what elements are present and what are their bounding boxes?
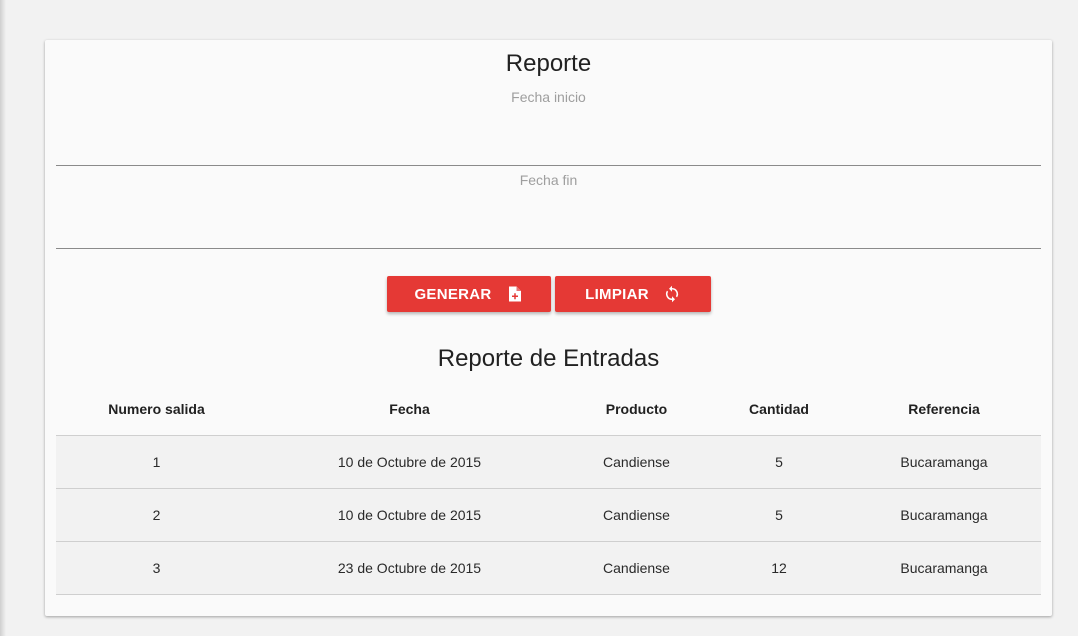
limpiar-button-label: LIMPIAR xyxy=(585,285,649,303)
table-cell: Candiense xyxy=(562,435,711,489)
fecha-fin-underline xyxy=(56,248,1041,249)
column-header: Fecha xyxy=(257,383,562,436)
table-cell: 10 de Octubre de 2015 xyxy=(257,435,562,489)
table-cell: Candiense xyxy=(562,541,711,595)
fecha-inicio-field[interactable]: Fecha inicio xyxy=(56,88,1045,166)
column-header: Referencia xyxy=(847,383,1041,436)
table-cell: 5 xyxy=(711,488,847,542)
file-plus-icon xyxy=(506,285,524,303)
fecha-fin-field[interactable]: Fecha fin xyxy=(56,171,1045,249)
fecha-fin-input[interactable] xyxy=(56,193,1045,227)
fecha-inicio-label: Fecha inicio xyxy=(511,89,586,105)
form-title: Reporte xyxy=(505,50,592,77)
fecha-fin-label: Fecha fin xyxy=(519,172,578,188)
sidebar-shadow xyxy=(0,0,6,636)
table-cell: 5 xyxy=(711,435,847,489)
limpiar-button[interactable]: LIMPIAR xyxy=(555,276,711,312)
table-cell: Bucaramanga xyxy=(847,488,1041,542)
table-cell: 1 xyxy=(56,435,257,489)
table-cell: 3 xyxy=(56,541,257,595)
column-header: Producto xyxy=(562,383,711,436)
report-title: Reporte de Entradas xyxy=(437,345,660,372)
table-cell: 10 de Octubre de 2015 xyxy=(257,488,562,542)
column-header: Cantidad xyxy=(711,383,847,436)
table-cell: 2 xyxy=(56,488,257,542)
table-cell: 12 xyxy=(711,541,847,595)
table-cell: Candiense xyxy=(562,488,711,542)
fecha-inicio-input[interactable] xyxy=(56,110,1045,144)
report-card: Reporte Fecha inicio Fecha fin GENERAR L… xyxy=(45,40,1052,616)
table-row: 1 10 de Octubre de 2015 Candiense 5 Buca… xyxy=(56,435,1041,489)
table-row: 2 10 de Octubre de 2015 Candiense 5 Buca… xyxy=(56,488,1041,542)
report-table: Numero salida Fecha Producto Cantidad Re… xyxy=(56,383,1041,595)
generar-button-label: GENERAR xyxy=(414,285,492,303)
column-header: Numero salida xyxy=(56,383,257,436)
table-cell: Bucaramanga xyxy=(847,435,1041,489)
refresh-icon xyxy=(663,285,681,303)
table-row: 3 23 de Octubre de 2015 Candiense 12 Buc… xyxy=(56,541,1041,595)
table-cell: 23 de Octubre de 2015 xyxy=(257,541,562,595)
generar-button[interactable]: GENERAR xyxy=(387,276,551,312)
table-cell: Bucaramanga xyxy=(847,541,1041,595)
fecha-inicio-underline xyxy=(56,165,1041,166)
table-header-row: Numero salida Fecha Producto Cantidad Re… xyxy=(56,383,1041,436)
